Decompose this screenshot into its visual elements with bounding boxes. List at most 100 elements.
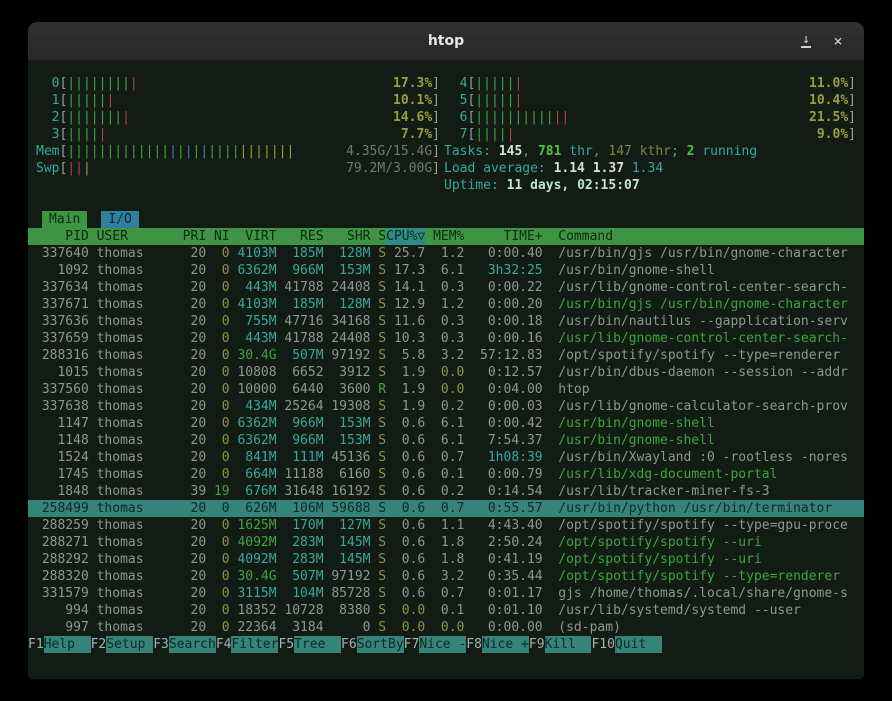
process-row[interactable]: 337659thomas200443M4178824408S10.30.30:0… [28, 330, 864, 347]
cell-pri: 20 [175, 585, 206, 602]
fkey-nice[interactable]: F7Nice - [404, 636, 467, 653]
tab-io[interactable]: I/O [101, 211, 138, 228]
cell-s: S [370, 313, 386, 330]
column-header-cmd[interactable]: Command [558, 228, 864, 245]
cell-s: S [370, 534, 386, 551]
cell-cmd: /usr/bin/python /usr/bin/terminator [558, 500, 864, 517]
column-header-pid[interactable]: PID [34, 228, 89, 245]
process-row[interactable]: 337671thomas2004103M185M128MS12.91.20:00… [28, 296, 864, 313]
column-header-time[interactable]: TIME+ [464, 228, 542, 245]
cell-pid: 288271 [34, 534, 89, 551]
process-row[interactable]: 1524thomas200841M111M45136S0.60.71h08:39… [28, 449, 864, 466]
close-icon[interactable]: × [824, 22, 852, 60]
cell-ni: 0 [206, 602, 229, 619]
cell-cmd: (sd-pam) [558, 619, 864, 636]
meter-value: 4.35G/15.4G [346, 143, 432, 160]
process-row[interactable]: 337560thomas2001000064403600R1.90.00:04.… [28, 381, 864, 398]
cell-pri: 20 [175, 602, 206, 619]
process-row[interactable]: 337640thomas2004103M185M128MS25.71.20:00… [28, 245, 864, 262]
cell-user: thomas [97, 619, 175, 636]
fkey-sortby[interactable]: F6SortBy [341, 636, 404, 653]
column-header-virt[interactable]: VIRT [230, 228, 277, 245]
process-row[interactable]: 337634thomas200443M4178824408S14.10.30:0… [28, 279, 864, 296]
cell-ni: 0 [206, 364, 229, 381]
column-header-pri[interactable]: PRI [175, 228, 206, 245]
cell-cpu: 1.9 [386, 381, 425, 398]
fkey-kill[interactable]: F9Kill [529, 636, 592, 653]
fkey-help[interactable]: F1Help [28, 636, 91, 653]
cell-shr: 19308 [324, 398, 371, 415]
column-header-cpu[interactable]: CPU%▽ [386, 228, 425, 245]
cell-ni: 0 [206, 398, 229, 415]
process-row[interactable]: 288259thomas2001625M170M127MS0.61.14:43.… [28, 517, 864, 534]
process-row[interactable]: 997thomas2002236431840S0.00.00:00.00(sd-… [28, 619, 864, 636]
cell-cmd: /usr/lib/xdg-document-portal [558, 466, 864, 483]
window-titlebar[interactable]: htop ↓ × [28, 22, 864, 61]
meter-close-bracket: ] [432, 143, 440, 160]
column-header-shr[interactable]: SHR [324, 228, 371, 245]
cell-virt: 4092M [230, 534, 277, 551]
cell-mem: 1.8 [425, 551, 464, 568]
cell-time: 57:12.83 [464, 347, 542, 364]
cell-cmd: htop [558, 381, 864, 398]
cell-mem: 0.1 [425, 466, 464, 483]
cpu-5-meter: 5[||||||10.4%] [444, 92, 856, 109]
process-row-selected[interactable]: 258499thomas200626M106M59688S0.60.70:55.… [28, 500, 864, 517]
cell-virt: 443M [230, 279, 277, 296]
process-row[interactable]: 1092thomas2006362M966M153MS17.36.13h32:2… [28, 262, 864, 279]
cell-pri: 20 [175, 568, 206, 585]
cell-mem: 0.7 [425, 449, 464, 466]
tab-main[interactable]: Main [42, 211, 87, 228]
cell-shr: 97192 [324, 568, 371, 585]
process-row[interactable]: 288316thomas20030.4G507M97192S5.83.257:1… [28, 347, 864, 364]
cell-pri: 20 [175, 449, 206, 466]
cell-pri: 20 [175, 517, 206, 534]
fkey-filter[interactable]: F4Filter [216, 636, 279, 653]
cell-virt: 755M [230, 313, 277, 330]
meter-label: Mem [36, 143, 59, 160]
cell-pid: 1848 [34, 483, 89, 500]
cell-time: 3h32:25 [464, 262, 542, 279]
cell-shr: 34168 [324, 313, 371, 330]
column-header-ni[interactable]: NI [206, 228, 229, 245]
process-row[interactable]: 288271thomas2004092M283M145MS0.61.82:50.… [28, 534, 864, 551]
fkey-quit[interactable]: F10Quit [591, 636, 661, 653]
column-header-res[interactable]: RES [277, 228, 324, 245]
process-row[interactable]: 337636thomas200755M4771634168S11.60.30:0… [28, 313, 864, 330]
cell-shr: 153M [324, 415, 371, 432]
cell-res: 10728 [277, 602, 324, 619]
column-header-user[interactable]: USER [97, 228, 175, 245]
download-icon[interactable]: ↓ [792, 22, 820, 60]
cell-user: thomas [97, 398, 175, 415]
process-row[interactable]: 337638thomas200434M2526419308S1.90.20:00… [28, 398, 864, 415]
meter-open-bracket: [ [59, 92, 67, 109]
process-row[interactable]: 331579thomas2003115M104M85728S0.60.70:01… [28, 585, 864, 602]
fkey-search[interactable]: F3Search [153, 636, 216, 653]
process-row[interactable]: 1015thomas2001080866523912S1.90.00:12.57… [28, 364, 864, 381]
cell-res: 507M [277, 568, 324, 585]
fkey-setup[interactable]: F2Setup [91, 636, 154, 653]
cell-cmd: /opt/spotify/spotify --type=renderer [558, 568, 864, 585]
process-row[interactable]: 1147thomas2006362M966M153MS0.66.10:00.42… [28, 415, 864, 432]
fkey-tree[interactable]: F5Tree [278, 636, 341, 653]
cell-pid: 337659 [34, 330, 89, 347]
cell-shr: 85728 [324, 585, 371, 602]
column-header-s[interactable]: S [370, 228, 386, 245]
cell-res: 185M [277, 296, 324, 313]
cell-ni: 0 [206, 466, 229, 483]
cell-shr: 145M [324, 534, 371, 551]
cell-res: 6440 [277, 381, 324, 398]
meter-bars: ||||||||||||21.5% [475, 109, 848, 126]
process-row[interactable]: 1848thomas3919676M3164816192S0.60.20:14.… [28, 483, 864, 500]
process-row[interactable]: 1148thomas2006362M966M153MS0.66.17:54.37… [28, 432, 864, 449]
process-row[interactable]: 1745thomas200664M111886160S0.60.10:00.79… [28, 466, 864, 483]
cell-time: 0:00.03 [464, 398, 542, 415]
column-header-mem[interactable]: MEM% [425, 228, 464, 245]
process-row[interactable]: 288320thomas20030.4G507M97192S0.63.20:35… [28, 568, 864, 585]
cell-virt: 434M [230, 398, 277, 415]
cell-virt: 30.4G [230, 347, 277, 364]
process-row[interactable]: 288292thomas2004092M283M145MS0.61.80:41.… [28, 551, 864, 568]
cell-time: 0:41.19 [464, 551, 542, 568]
fkey-nice[interactable]: F8Nice + [466, 636, 529, 653]
process-row[interactable]: 994thomas20018352107288380S0.00.10:01.10… [28, 602, 864, 619]
